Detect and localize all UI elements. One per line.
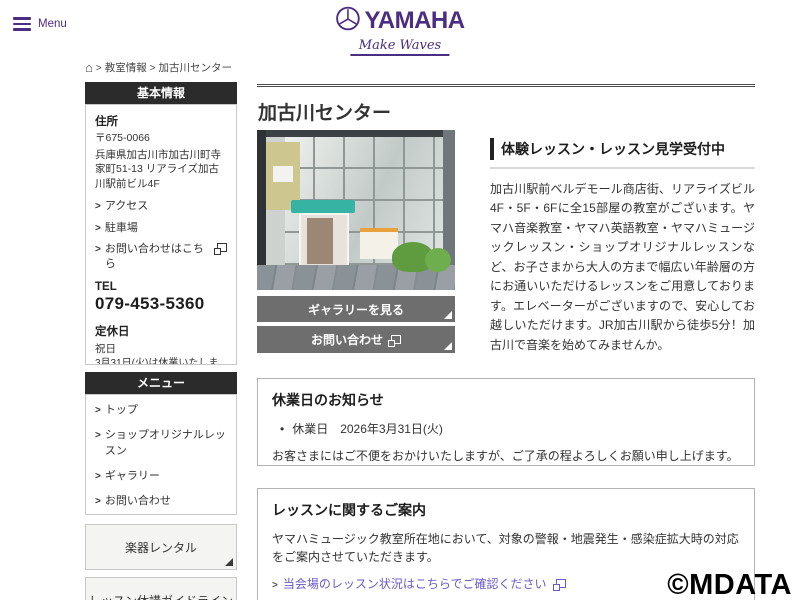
external-link-icon [214,243,227,256]
main-content: 加古川センター ギャラリーを見る お問い合わせ 体験レッスン・レッスン見学受付中… [257,84,755,600]
instrument-rental-label: 楽器レンタル [124,540,197,555]
closure-notice-bullet: 休業日 2026年3月31日(火) [280,420,740,437]
closed-days-label: 定休日 [95,326,130,339]
sidebar-menu-header: メニュー [85,372,237,394]
chevron-right-icon [95,404,101,419]
lesson-cancellation-guideline-button[interactable]: レッスン休講ガイドライン [85,577,237,600]
lesson-status-link-label: 当会場のレッスン状況はこちらでご確認ください [282,577,547,591]
closure-notice-title: 休業日のお知らせ [272,392,384,408]
basic-info-box: 住所 〒675-0066 兵庫県加古川市加古川町寺家町51-13 リアライズ加古… [85,104,237,365]
watermark: ©MDATA [667,569,792,600]
corner-triangle-icon [444,342,452,350]
trial-lesson-description: 加古川駅前ベルデモール商店街、リアライズビル4F・5F・6Fに全15部屋の教室が… [490,182,755,352]
sidebar-item-gallery[interactable]: ギャラリー [95,469,227,485]
contact-label: お問い合わせ [310,333,383,347]
contact-button[interactable]: お問い合わせ [257,326,455,353]
lesson-info-body: ヤマハミュージック教室所在地において、対象の警報・地震発生・感染症拡大時の対応を… [272,532,739,564]
closure-date-text: 休業日 2026年3月31日(火) [292,422,443,436]
breadcrumb-separator [96,62,102,74]
sidebar-link-label: お問い合わせはこちら [104,243,204,271]
trial-lesson-heading: 体験レッスン・レッスン見学受付中 [490,138,755,160]
breadcrumb-item-current: 加古川センター [158,62,233,74]
breadcrumb-item-kyoshitsu[interactable]: 教室情報 [105,60,147,75]
photo-detail [425,248,451,272]
sidebar-item-label: お問い合わせ [104,494,171,507]
home-icon[interactable]: ⌂ [85,61,93,74]
closed-days-note: 3月31日(火)は休業いたします。 [95,358,219,365]
menu-toggle-label: Menu [38,17,67,30]
sidebar-link-contact[interactable]: お問い合わせはこちら [95,242,227,272]
sidebar-item-label: トップ [104,404,138,416]
external-link-icon [552,579,566,591]
closed-days-value: 祝日 [95,343,116,356]
view-gallery-label: ギャラリーを見る [307,302,404,317]
closure-notice-body: お客さまにはご不便をおかけいたしますが、ご了承の程よろしくお願い申し上げます。 [272,449,739,463]
sidebar-link-parking[interactable]: 駐車場 [95,221,227,236]
logo-brand-text: YAMAHA [364,7,465,34]
chevron-right-icon [95,429,101,444]
chevron-right-icon [95,495,101,510]
sidebar-item-label: ギャラリー [104,469,160,482]
photo-detail [307,218,333,264]
external-link-icon [388,335,401,347]
chevron-right-icon [95,470,101,485]
sidebar-link-access[interactable]: アクセス [95,199,227,214]
photo-detail [273,166,293,182]
lesson-info-title: レッスンに関するご案内 [272,502,426,518]
bullet-icon [280,422,284,436]
address-text: 兵庫県加古川市加古川町寺家町51-13 リアライズ加古川駅前ビル4F [95,148,221,191]
sidebar-item-shop-original-lesson[interactable]: ショップオリジナルレッスン [95,428,227,460]
sidebar-item-top[interactable]: トップ [95,403,227,419]
photo-detail [291,200,355,213]
chevron-right-icon [272,580,278,591]
page-title: 加古川センター [258,103,392,124]
instrument-rental-button[interactable]: 楽器レンタル [85,524,237,570]
tel-label: TEL [95,281,117,294]
breadcrumb: ⌂ 教室情報 加古川センター [85,60,232,75]
basic-info-header: 基本情報 [85,82,237,104]
chevron-right-icon [95,222,101,236]
photo-detail [257,130,455,137]
sidebar-link-label: 駐車場 [104,221,138,234]
view-gallery-button[interactable]: ギャラリーを見る [257,296,455,322]
logo-tagline: Make Waves [350,38,450,56]
center-exterior-photo [257,130,455,290]
trial-heading-wrap: 体験レッスン・レッスン見学受付中 [490,138,755,169]
trial-lesson-section: 体験レッスン・レッスン見学受付中 加古川駅前ベルデモール商店街、リアライズビル4… [490,138,755,355]
menu-toggle-button[interactable]: Menu [13,17,67,31]
sidebar-link-label: アクセス [104,199,149,212]
title-divider [257,84,755,87]
chevron-right-icon [95,243,101,257]
yamaha-logo[interactable]: YAMAHA Make Waves [335,6,465,56]
closure-notice-box: 休業日のお知らせ 休業日 2026年3月31日(火) お客さまにはご不便をおかけ… [257,378,755,466]
sidebar-menu-box: トップ ショップオリジナルレッスン ギャラリー お問い合わせ 教室レンタルオンラ… [85,394,237,515]
sidebar-item-label: ショップオリジナルレッスン [104,428,226,457]
hamburger-icon [13,17,31,31]
tel-number: 079-453-5360 [95,294,205,314]
postal-code: 〒675-0066 [95,132,150,144]
chevron-right-icon [95,200,101,214]
yamaha-tuning-fork-icon [335,6,360,36]
lesson-cancellation-guideline-label: レッスン休講ガイドライン [89,592,233,600]
corner-triangle-icon [444,311,452,319]
sidebar-item-contact[interactable]: お問い合わせ [95,494,227,510]
address-label: 住所 [95,116,118,128]
corner-triangle-icon [225,558,233,566]
breadcrumb-separator [150,62,156,74]
page: Menu YAMAHA Make Waves ⌂ 教室情報 加古川センター [0,0,800,600]
